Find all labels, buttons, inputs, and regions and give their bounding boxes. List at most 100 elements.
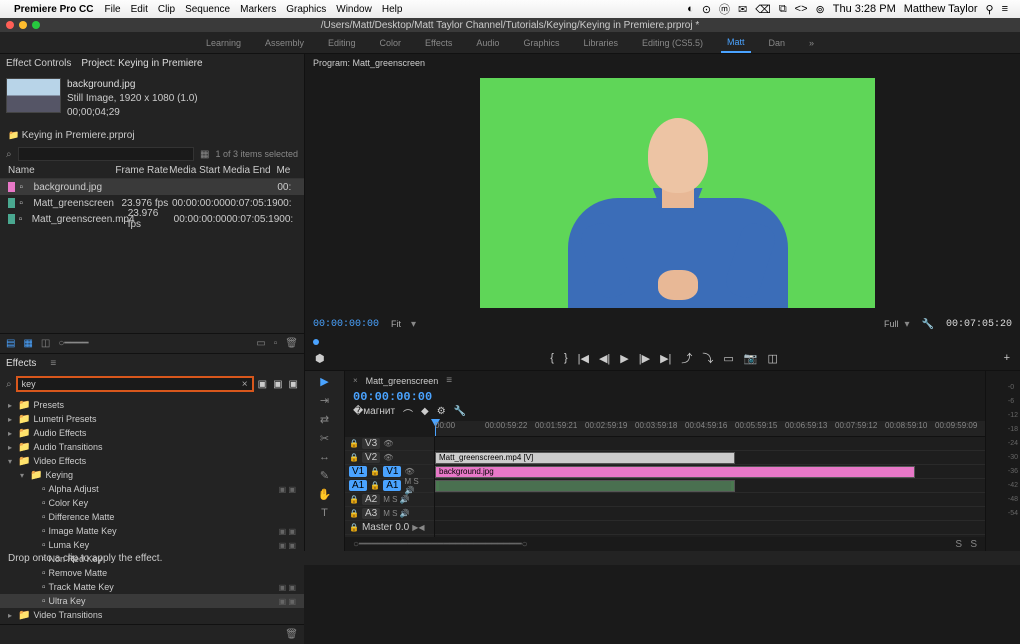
effects-search-input[interactable] <box>22 379 242 389</box>
new-item-icon[interactable]: ▫ <box>274 338 278 349</box>
track-row-a1[interactable] <box>435 479 985 493</box>
effects-tree-item[interactable]: ▫Luma Key▣ ▣ <box>0 538 304 552</box>
project-row[interactable]: ▫background.jpg00: <box>0 179 304 195</box>
track-row-master[interactable] <box>435 521 985 535</box>
sequence-name[interactable]: Matt_greenscreen <box>366 376 439 386</box>
track-row-a2[interactable] <box>435 493 985 507</box>
tab-effects[interactable]: Effects <box>6 358 36 369</box>
track-select-icon[interactable]: ⇥ <box>320 394 329 407</box>
effects-tree-item[interactable]: ▫Track Matte Key▣ ▣ <box>0 580 304 594</box>
bin-name[interactable]: Keying in Premiere.prproj <box>22 130 135 141</box>
workspace-tab[interactable]: Graphics <box>517 34 565 52</box>
freeform-icon[interactable]: ◫ <box>41 338 50 349</box>
workspace-tab[interactable]: Matt <box>721 33 751 53</box>
clip-audio[interactable] <box>435 480 735 492</box>
selection-tool-icon[interactable]: ▶ <box>320 375 328 388</box>
menu-edit[interactable]: Edit <box>131 4 148 15</box>
clip-still[interactable]: background.jpg <box>435 466 915 478</box>
clock[interactable]: Thu 3:28 PM <box>833 3 896 15</box>
effects-tree-item[interactable]: ▫Remove Matte <box>0 566 304 580</box>
effects-tree-item[interactable]: ▫Difference Matte <box>0 510 304 524</box>
project-row[interactable]: ▫Matt_greenscreen.mp423.976 fps00:00:00:… <box>0 211 304 227</box>
status-icon[interactable]: ✉ <box>738 3 747 16</box>
lift-icon[interactable]: ⤴ <box>681 350 692 366</box>
mark-in-icon[interactable]: { <box>550 352 554 364</box>
resolution-dropdown[interactable]: Full <box>884 319 899 329</box>
ripple-tool-icon[interactable]: ⇄ <box>320 413 329 426</box>
effects-tree-item[interactable]: ▸📁Lumetri Presets <box>0 412 304 426</box>
settings-icon[interactable]: ⚙ <box>437 406 446 421</box>
marker-icon[interactable]: ⬢ <box>315 352 325 365</box>
slip-tool-icon[interactable]: ↔ <box>319 451 330 463</box>
play-icon[interactable]: ▶ <box>620 352 628 365</box>
effects-tree-item[interactable]: ▸📁Audio Effects <box>0 426 304 440</box>
maximize-icon[interactable] <box>32 21 40 29</box>
camera-icon[interactable]: 📷 <box>744 352 758 365</box>
program-timecode[interactable]: 00:00:00:00 <box>313 319 379 330</box>
track-a1[interactable]: A1🔒A1M S 🔊 <box>345 479 434 493</box>
marker-icon[interactable]: ◆ <box>421 406 429 421</box>
effects-tree-item[interactable]: ▸📁Video Transitions <box>0 608 304 622</box>
menu-window[interactable]: Window <box>336 4 372 15</box>
effects-tree-item[interactable]: ▫Ultra Key▣ ▣ <box>0 594 304 608</box>
effects-tree-item[interactable]: ▫Image Matte Key▣ ▣ <box>0 524 304 538</box>
menu-file[interactable]: File <box>104 4 120 15</box>
effects-tree-item[interactable]: ▾📁Video Effects <box>0 454 304 468</box>
spotlight-icon[interactable]: ⚲ <box>986 3 994 16</box>
snap-icon[interactable]: �магнит <box>353 406 395 421</box>
pen-tool-icon[interactable]: ✎ <box>320 469 329 482</box>
workspace-tab[interactable]: Libraries <box>577 34 624 52</box>
project-search[interactable] <box>18 147 194 161</box>
workspace-tab[interactable]: Dan <box>763 34 792 52</box>
status-icon[interactable]: ⊙ <box>702 3 711 16</box>
icon-view-icon[interactable]: ▦ <box>23 338 32 349</box>
workspace-tab[interactable]: Assembly <box>259 34 310 52</box>
workspace-tab[interactable]: Audio <box>470 34 505 52</box>
button-editor-icon[interactable]: + <box>1004 352 1010 364</box>
col-media-end[interactable]: Media End <box>223 165 277 176</box>
minimize-icon[interactable] <box>19 21 27 29</box>
col-framerate[interactable]: Frame Rate <box>115 165 169 176</box>
status-icon[interactable]: <> <box>795 3 808 15</box>
wifi-icon[interactable]: ⊚ <box>816 3 825 16</box>
export-frame-icon[interactable]: ▭ <box>723 352 733 365</box>
clear-search-icon[interactable]: × <box>242 379 248 390</box>
timeline-ruler[interactable]: 00:0000:00:59:2200:01:59:2100:02:59:1900… <box>435 421 985 437</box>
workspace-tab[interactable]: Learning <box>200 34 247 52</box>
workspace-overflow-icon[interactable]: » <box>803 34 820 52</box>
status-icon[interactable]: ⧉ <box>779 3 787 16</box>
status-icon[interactable]: ⌫ <box>755 3 771 16</box>
effects-tree-item[interactable]: ▫Color Key <box>0 496 304 510</box>
program-scrubber[interactable] <box>313 334 1012 346</box>
fx-badge-icon[interactable]: ▣ <box>258 379 267 390</box>
workspace-tab[interactable]: Effects <box>419 34 458 52</box>
col-name[interactable]: Name <box>8 165 115 176</box>
trash-icon[interactable]: 🗑 <box>285 629 298 640</box>
step-back-icon[interactable]: ◀| <box>599 352 610 365</box>
trash-icon[interactable]: 🗑 <box>285 338 298 349</box>
mark-out-icon[interactable]: } <box>564 352 568 364</box>
list-view-icon[interactable]: ▤ <box>6 338 15 349</box>
status-icon[interactable]: ◐ <box>687 3 694 15</box>
col-me[interactable]: Me <box>276 165 296 176</box>
menu-icon[interactable]: ≡ <box>1002 3 1008 15</box>
workspace-tab[interactable]: Color <box>374 34 408 52</box>
menu-clip[interactable]: Clip <box>158 4 175 15</box>
program-viewport[interactable] <box>480 78 875 308</box>
track-v2[interactable]: 🔒V2👁 <box>345 451 434 465</box>
track-row-v1[interactable]: background.jpg <box>435 465 985 479</box>
link-icon[interactable]: ⌒ <box>403 406 413 421</box>
traffic-lights[interactable] <box>6 21 40 29</box>
new-bin-icon[interactable]: ▭ <box>256 338 265 349</box>
tab-project[interactable]: Project: Keying in Premiere <box>81 58 202 69</box>
hand-tool-icon[interactable]: ✋ <box>318 488 332 501</box>
effects-tree-item[interactable]: ▸📁Audio Transitions <box>0 440 304 454</box>
razor-tool-icon[interactable]: ✂ <box>320 432 329 445</box>
effects-tree-item[interactable]: ▫Alpha Adjust▣ ▣ <box>0 482 304 496</box>
wrench-icon[interactable]: 🔧 <box>922 319 934 330</box>
effects-tree-item[interactable]: ▾📁Keying <box>0 468 304 482</box>
track-row-v2[interactable]: Matt_greenscreen.mp4 [V] <box>435 451 985 465</box>
fit-dropdown[interactable]: Fit <box>391 319 401 329</box>
track-row-v3[interactable] <box>435 437 985 451</box>
fx-badge-icon[interactable]: ▣ <box>273 379 282 390</box>
